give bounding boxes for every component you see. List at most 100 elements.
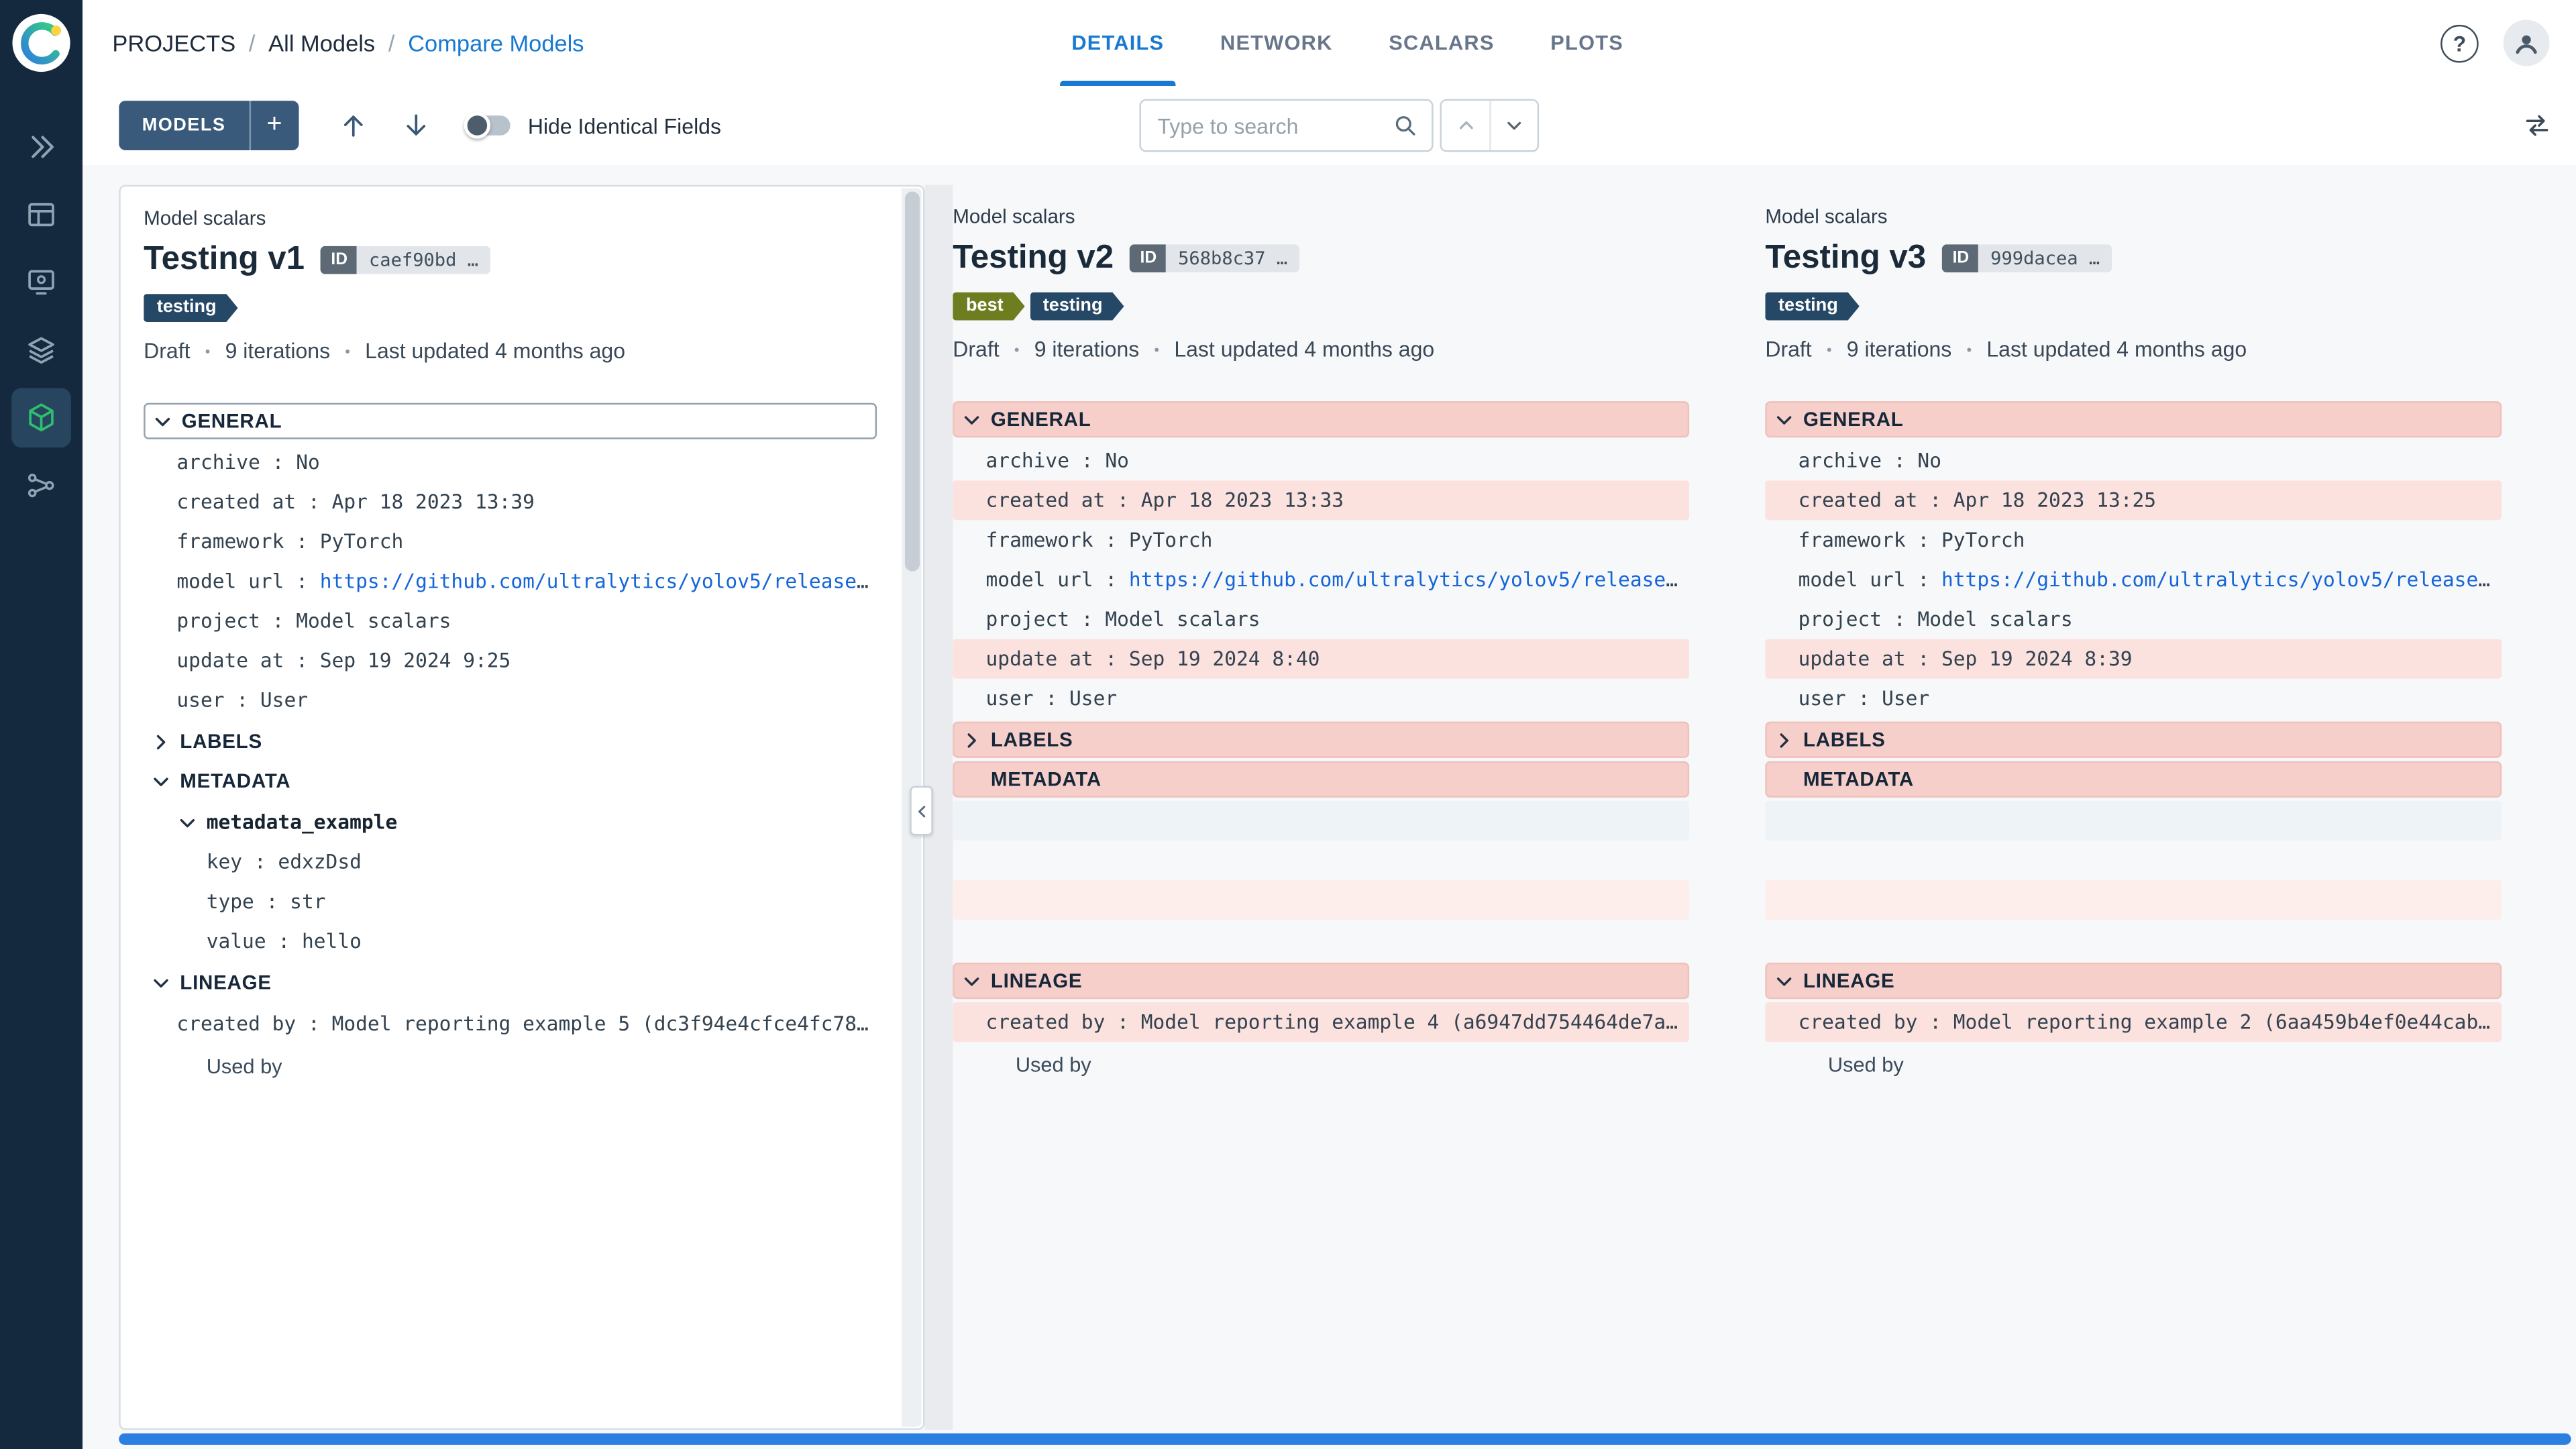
breadcrumb-compare-models[interactable]: Compare Models bbox=[408, 30, 584, 56]
help-icon[interactable]: ? bbox=[2440, 23, 2479, 62]
model-id-chip[interactable]: ID caef90bd … bbox=[321, 246, 490, 274]
swap-columns-icon[interactable] bbox=[2522, 110, 2553, 142]
monitoring-icon[interactable] bbox=[11, 253, 71, 313]
section-header-metadata[interactable]: METADATA bbox=[1765, 761, 2502, 798]
model-id-chip[interactable]: ID 999dacea … bbox=[1942, 244, 2112, 273]
vertical-scrollbar-thumb[interactable] bbox=[904, 191, 919, 572]
iterations-count: 9 iterations bbox=[1034, 337, 1140, 362]
field-value: Sep 19 2024 9:25 bbox=[319, 649, 511, 672]
breadcrumb-projects[interactable]: PROJECTS bbox=[112, 30, 235, 56]
tag-testing: testing bbox=[144, 294, 237, 322]
field-key: project : bbox=[1798, 607, 1918, 631]
tag-testing: testing bbox=[1765, 292, 1859, 321]
move-down-icon[interactable] bbox=[391, 101, 441, 150]
tab-network[interactable]: NETWORK bbox=[1192, 0, 1360, 86]
section-header-metadata[interactable]: METADATA bbox=[144, 763, 877, 799]
field-key: type : bbox=[206, 890, 290, 914]
field-key: framework : bbox=[985, 528, 1129, 552]
section-label: LINEAGE bbox=[180, 971, 272, 994]
chevron-right-icon bbox=[961, 729, 983, 751]
chevron-down-icon bbox=[176, 812, 198, 833]
panel-gutter bbox=[910, 184, 953, 1430]
toggle-label: Hide Identical Fields bbox=[527, 113, 721, 138]
add-model-button[interactable]: + bbox=[248, 101, 299, 150]
field-row-project: project : Model scalars bbox=[144, 601, 877, 641]
previous-match-icon[interactable] bbox=[1441, 101, 1490, 150]
model-meta: Draft • 9 iterations • Last updated 4 months… bbox=[953, 337, 1689, 362]
section-header-labels[interactable]: LABELS bbox=[953, 721, 1690, 758]
toggle-switch[interactable] bbox=[463, 112, 510, 139]
field-value: Model reporting example 2 (6aa459b4ef0e4… bbox=[1953, 1010, 2502, 1034]
field-key: archive : bbox=[985, 449, 1106, 472]
next-match-icon[interactable] bbox=[1489, 101, 1538, 150]
section-header-metadata[interactable]: METADATA bbox=[953, 761, 1690, 798]
section-header-general[interactable]: GENERAL bbox=[144, 402, 877, 439]
model-id-chip[interactable]: ID 568b8c37 … bbox=[1130, 244, 1299, 273]
model-url-link[interactable]: https://github.com/ultralytics/yolov5/re… bbox=[1129, 568, 1689, 591]
model-status: Draft bbox=[1765, 337, 1812, 362]
horizontal-scrollbar[interactable] bbox=[119, 1433, 2571, 1445]
hide-identical-fields-toggle[interactable]: Hide Identical Fields bbox=[463, 112, 721, 139]
field-key: model url : bbox=[176, 570, 320, 593]
field-value: Model reporting example 5 (dc3f94e4cfce4… bbox=[331, 1012, 877, 1036]
section-header-lineage[interactable]: LINEAGE bbox=[953, 963, 1690, 1000]
tab-details[interactable]: DETAILS bbox=[1044, 0, 1193, 86]
field-key: created at : bbox=[176, 490, 332, 514]
model-title: Testing v3 bbox=[1765, 239, 1927, 276]
model-registry-icon[interactable] bbox=[11, 388, 71, 448]
app-root: PROJECTS / All Models / Compare Models D… bbox=[0, 0, 2576, 1449]
section-header-general[interactable]: GENERAL bbox=[953, 401, 1690, 438]
field-row-created-by: created by : Model reporting example 2 (… bbox=[1765, 1002, 2502, 1042]
field-value: User bbox=[1069, 686, 1118, 710]
pipelines-icon[interactable] bbox=[11, 455, 71, 515]
move-up-icon[interactable] bbox=[328, 101, 378, 150]
getting-started-icon[interactable] bbox=[11, 117, 71, 177]
tab-scalars[interactable]: SCALARS bbox=[1360, 0, 1522, 86]
field-value: Model scalars bbox=[296, 609, 451, 633]
collapse-panel-button[interactable] bbox=[910, 786, 933, 836]
field-row-update-at: update at : Sep 19 2024 9:25 bbox=[144, 641, 877, 680]
section-header-labels[interactable]: LABELS bbox=[1765, 721, 2502, 758]
model-tags: testing bbox=[144, 294, 877, 322]
field-row-framework: framework : PyTorch bbox=[144, 522, 877, 561]
breadcrumb-all-models[interactable]: All Models bbox=[268, 30, 375, 56]
section-label: LINEAGE bbox=[1803, 969, 1895, 993]
tab-plots[interactable]: PLOTS bbox=[1522, 0, 1651, 86]
model-url-link[interactable]: https://github.com/ultralytics/yolov5/re… bbox=[1941, 568, 2502, 591]
section-header-labels[interactable]: LABELS bbox=[144, 723, 877, 759]
models-button[interactable]: MODELS bbox=[119, 101, 249, 150]
comet-logo-icon[interactable] bbox=[11, 13, 71, 73]
field-row-archive: archive : No bbox=[1765, 441, 2502, 480]
search-input[interactable] bbox=[1157, 113, 1393, 138]
section-header-lineage[interactable]: LINEAGE bbox=[1765, 963, 2502, 1000]
model-column-1: Model scalars Testing v1 ID caef90bd … testi… bbox=[119, 184, 925, 1430]
meta-dot: • bbox=[1014, 341, 1020, 358]
section-header-general[interactable]: GENERAL bbox=[1765, 401, 2502, 438]
field-row-user: user : User bbox=[144, 680, 877, 720]
meta-dot: • bbox=[1826, 341, 1832, 358]
datasets-layers-icon[interactable] bbox=[11, 321, 71, 380]
model-title-row: Testing v1 ID caef90bd … bbox=[144, 241, 877, 279]
section-label: GENERAL bbox=[1803, 407, 1904, 431]
id-value: 568b8c37 … bbox=[1166, 244, 1299, 273]
toolbar: MODELS + Hide Identical Fields bbox=[83, 85, 2576, 166]
search-box bbox=[1139, 99, 1434, 152]
section-label: METADATA bbox=[1803, 767, 1915, 792]
field-row-created-at: created at : Apr 18 2023 13:25 bbox=[1765, 480, 2502, 521]
model-url-link[interactable]: https://github.com/ultralytics/yolov5/re… bbox=[320, 570, 877, 592]
section-header-lineage[interactable]: LINEAGE bbox=[144, 965, 877, 1001]
field-value: PyTorch bbox=[319, 530, 404, 553]
metadata-group-metadata-example[interactable]: metadata_example bbox=[144, 802, 877, 842]
breadcrumb-separator: / bbox=[248, 30, 256, 56]
model-title: Testing v2 bbox=[953, 239, 1114, 276]
user-avatar-icon[interactable] bbox=[2503, 19, 2550, 66]
iterations-count: 9 iterations bbox=[225, 338, 331, 364]
field-value: str bbox=[290, 890, 326, 914]
field-key: project : bbox=[176, 609, 297, 633]
id-value: 999dacea … bbox=[1978, 244, 2112, 273]
meta-dot: • bbox=[345, 342, 351, 360]
model-type-label: Model scalars bbox=[1765, 205, 1888, 228]
field-row-model-url: model url : https://github.com/ultralyti… bbox=[1765, 559, 2502, 599]
projects-table-icon[interactable] bbox=[11, 185, 71, 245]
field-value: Sep 19 2024 8:40 bbox=[1128, 647, 1320, 671]
